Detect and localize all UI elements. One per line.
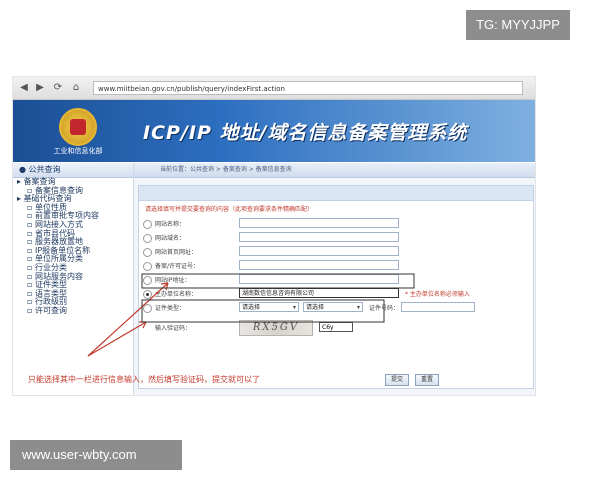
screenshot-window: ◀ ▶ ⟳ ⌂ www.miitbeian.gov.cn/publish/que… [12, 76, 536, 396]
system-title: ICP/IP 地址/域名信息备案管理系统 [143, 122, 468, 144]
page-icon: ▫ [27, 305, 35, 315]
breadcrumb: 当前位置：公共查询 > 备案查询 > 备案信息查询 [134, 163, 535, 178]
radio-license[interactable] [143, 262, 152, 271]
field-row-domain: 网站域名： [143, 232, 527, 244]
radio-site-name[interactable] [143, 220, 152, 229]
sidebar-tree: ▸ 备案查询 ▫ 备案信息查询 ▸ 基础代码查询 ▫ 单位性质 ▫ 前置审批专项内容 ▫ … [13, 177, 133, 316]
form-hint: 请选择填写并提交要查询的内容（此项查询要求条件精确匹配） [145, 206, 314, 213]
radio-cert[interactable] [143, 304, 152, 313]
organizer-required-note: * 主办单位名称必须输入 [405, 291, 470, 298]
license-input[interactable] [239, 260, 399, 270]
watermark-bottom: www.user-wbty.com [10, 440, 182, 470]
forward-arrow-icon[interactable]: ▶ [33, 81, 47, 95]
reload-icon[interactable]: ⟳ [51, 81, 65, 95]
watermark-top: TG: MYYJJPP [466, 10, 570, 40]
radio-domain[interactable] [143, 234, 152, 243]
ip-input[interactable] [239, 274, 399, 284]
captcha-row: 输入验证码： RX5GV C6y [143, 320, 527, 336]
field-row-license: 备案/许可证号： [143, 260, 527, 272]
site-name-input[interactable] [239, 218, 399, 228]
reset-button[interactable]: 重置 [415, 374, 439, 386]
cert-number-input[interactable] [401, 302, 475, 312]
field-row-ip: 网站IP地址： [143, 274, 527, 286]
field-row-cert: 证件类型： 请选择 请选择 证件号码： [143, 302, 527, 314]
browser-address-bar: ◀ ▶ ⟳ ⌂ www.miitbeian.gov.cn/publish/que… [13, 77, 535, 100]
back-arrow-icon[interactable]: ◀ [17, 81, 31, 95]
sidebar-header: ● 公共查询 [13, 163, 133, 178]
site-banner: 工业和信息化部 ICP/IP 地址/域名信息备案管理系统 [13, 100, 535, 162]
query-form-panel: 请选择填写并提交要查询的内容（此项查询要求条件精确匹配） 网站名称： 网站域名：… [138, 185, 534, 389]
captcha-input[interactable]: C6y [319, 322, 353, 332]
main-content: 当前位置：公共查询 > 备案查询 > 备案信息查询 请选择填写并提交要查询的内容… [134, 163, 535, 395]
sidebar: ● 公共查询 ▸ 备案查询 ▫ 备案信息查询 ▸ 基础代码查询 ▫ 单位性质 ▫ 前置审… [13, 163, 134, 395]
submit-button[interactable]: 提交 [385, 374, 409, 386]
homepage-input[interactable] [239, 246, 399, 256]
radio-ip[interactable] [143, 276, 152, 285]
field-row-organizer: 主办单位名称： 湖南数信信息咨询有限公司 * 主办单位名称必须输入 [143, 288, 527, 300]
radio-homepage[interactable] [143, 248, 152, 257]
cert-type-select[interactable]: 请选择 [239, 302, 299, 312]
radio-organizer[interactable] [143, 290, 152, 299]
sidebar-item[interactable]: ▫ 许可查询 [13, 305, 133, 316]
field-row-site-name: 网站名称： [143, 218, 527, 230]
captcha-image[interactable]: RX5GV [239, 320, 313, 336]
home-icon[interactable]: ⌂ [69, 81, 83, 95]
domain-input[interactable] [239, 232, 399, 242]
ministry-name: 工业和信息化部 [53, 147, 103, 155]
annotation-note: 只能选择其中一栏进行信息输入，然后填写验证码，提交就可以了 [28, 375, 260, 384]
national-emblem-icon [59, 108, 97, 146]
organizer-input[interactable]: 湖南数信信息咨询有限公司 [239, 288, 399, 298]
url-field[interactable]: www.miitbeian.gov.cn/publish/query/index… [93, 81, 523, 95]
field-row-homepage: 网站首页网址： [143, 246, 527, 258]
cert-subtype-select[interactable]: 请选择 [303, 302, 363, 312]
